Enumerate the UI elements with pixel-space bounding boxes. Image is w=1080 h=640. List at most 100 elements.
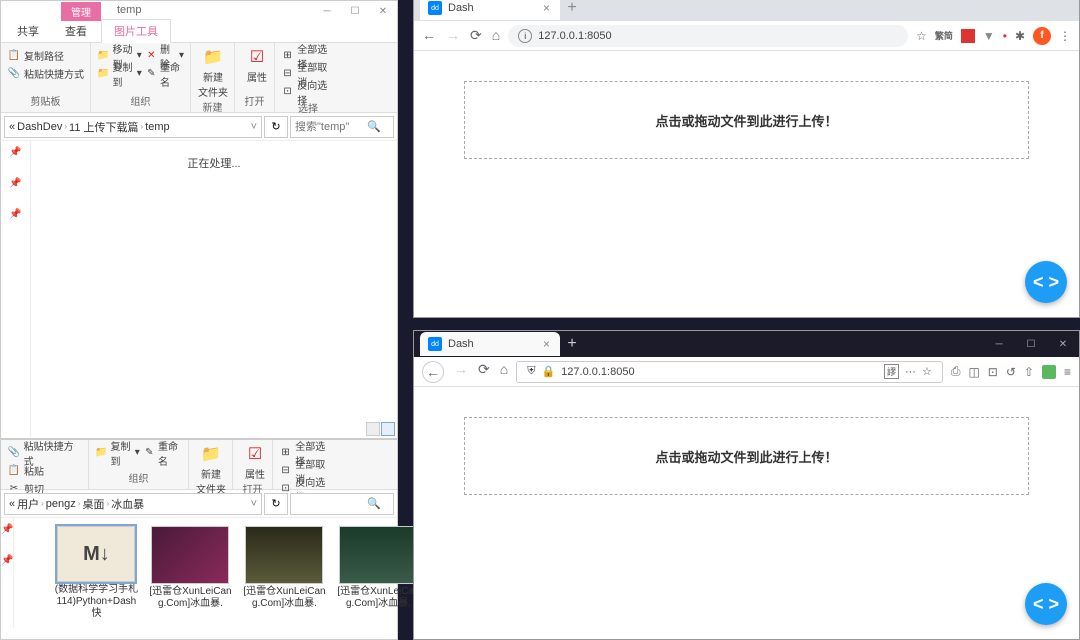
search-box[interactable]: 🔍 (290, 493, 394, 515)
copy-to-button[interactable]: 📁复制到 ▾ (97, 65, 142, 82)
more-icon[interactable]: ··· (905, 366, 916, 378)
extensions-button[interactable]: ✱ (1015, 29, 1025, 43)
close-button[interactable]: ✕ (369, 1, 397, 21)
new-folder-button[interactable]: 📁 新建 文件夹 (197, 47, 229, 99)
breadcrumb-item[interactable]: pengz (46, 498, 76, 510)
pin-icon[interactable]: 📌 (9, 209, 21, 220)
extension-icon[interactable]: ▼ (983, 29, 995, 43)
back-button[interactable]: ← (422, 361, 444, 383)
pin-icon[interactable]: 📌 (1, 555, 13, 566)
menu-button[interactable]: ≡ (1064, 365, 1071, 379)
breadcrumb-item[interactable]: 冰血暴 (111, 496, 144, 512)
extension-icon[interactable]: ⊡ (988, 365, 998, 379)
minimize-button[interactable]: ─ (313, 1, 341, 21)
address-bar[interactable]: i 127.0.0.1:8050 (508, 25, 908, 47)
extension-icon[interactable]: ⇧ (1024, 365, 1034, 379)
upload-dropzone[interactable]: 点击或拖动文件到此进行上传！ (464, 417, 1029, 495)
search-input[interactable] (295, 121, 367, 133)
file-item[interactable]: M↓ (数据科学学习手札114)Python+Dash快 (54, 526, 138, 620)
home-button[interactable]: ⌂ (500, 361, 508, 383)
back-button[interactable]: ← (422, 27, 436, 44)
minimize-button[interactable]: ─ (983, 334, 1015, 354)
browser-tab[interactable]: dd Dash × (420, 332, 560, 356)
extension-icon[interactable] (1042, 365, 1056, 379)
library-icon[interactable]: ⎙ (951, 364, 961, 379)
home-button[interactable]: ⌂ (492, 27, 500, 44)
new-tab-button[interactable]: + (560, 335, 584, 353)
lock-icon[interactable]: 🔒 (541, 365, 555, 378)
ribbon-tab-picture-tools[interactable]: 图片工具 (101, 19, 171, 43)
file-grid[interactable]: M↓ (数据科学学习手札114)Python+Dash快 [迅雷仓XunLeiC… (14, 518, 460, 628)
tab-close-button[interactable]: × (543, 337, 550, 351)
new-tab-button[interactable]: + (560, 0, 584, 17)
file-thumbnail (245, 526, 323, 584)
star-icon[interactable]: ☆ (916, 29, 927, 43)
breadcrumb-item[interactable]: 用户 (17, 496, 39, 512)
breadcrumb-item[interactable]: DashDev (17, 121, 62, 133)
rename-button[interactable]: ✎重命名 (146, 65, 184, 82)
ribbon-group-organize: 组织 (95, 470, 182, 485)
checkbox-icon: ☑ (245, 444, 265, 464)
maximize-button[interactable]: ☐ (1015, 334, 1047, 354)
extension-icon[interactable]: ↺ (1006, 365, 1016, 379)
file-explorer-top: 管理 temp ─ ☐ ✕ 共享 查看 图片工具 📋复制路径 📎粘贴快捷方式 剪… (0, 0, 398, 439)
star-icon[interactable]: ☆ (922, 365, 932, 378)
file-list-pane[interactable]: 正在处理... (31, 141, 397, 438)
upload-dropzone[interactable]: 点击或拖动文件到此进行上传！ (464, 81, 1029, 159)
search-icon[interactable]: 🔍 (367, 497, 381, 510)
breadcrumb[interactable]: « DashDev› 11 上传下载篇› temp ˅ (4, 116, 262, 138)
refresh-button[interactable]: ↻ (264, 116, 288, 138)
pin-icon[interactable]: 📌 (1, 524, 13, 535)
pin-icon[interactable]: 📌 (9, 178, 21, 189)
view-thumbs-button[interactable] (381, 422, 395, 436)
extension-icon[interactable] (961, 29, 975, 43)
copy-to-button[interactable]: 📁复制到 ▾ (95, 444, 140, 461)
ribbon-group-open: 打开 (241, 93, 268, 108)
maximize-button[interactable]: ☐ (341, 1, 369, 21)
paste-shortcut-button[interactable]: 📎粘贴快捷方式 (7, 65, 84, 82)
address-bar[interactable]: ⛨ 🔒 127.0.0.1:8050 謬 ··· ☆ (516, 361, 943, 383)
forward-button[interactable]: → (446, 27, 460, 44)
properties-button[interactable]: ☑ 属性 (241, 47, 273, 84)
refresh-button[interactable]: ↻ (264, 493, 288, 515)
breadcrumb-item[interactable]: 桌面 (82, 496, 104, 512)
sidebar-icon[interactable]: ◫ (968, 365, 979, 379)
pin-icon[interactable]: 📌 (9, 147, 21, 158)
paste-button[interactable]: 📋粘贴 (7, 462, 82, 479)
breadcrumb-item[interactable]: 11 上传下载篇 (69, 119, 138, 135)
devtools-fab[interactable]: < > (1025, 261, 1067, 303)
search-icon[interactable]: 🔍 (367, 120, 381, 133)
file-thumbnail: M↓ (57, 526, 135, 582)
profile-button[interactable]: f (1033, 27, 1051, 45)
paste-shortcut-button[interactable]: 📎粘贴快捷方式 (7, 444, 82, 461)
info-icon[interactable]: i (518, 29, 532, 43)
new-folder-button[interactable]: 📁 新建 文件夹 (195, 444, 227, 496)
tab-close-button[interactable]: × (543, 1, 550, 15)
browser-tab[interactable]: dd Dash × (420, 0, 560, 20)
search-input[interactable] (295, 498, 367, 510)
reload-button[interactable]: ⟳ (478, 361, 490, 383)
file-item[interactable]: [迅雷仓XunLeiCang.Com]冰血暴. (148, 526, 232, 620)
breadcrumb-item[interactable]: temp (145, 121, 169, 133)
file-item[interactable]: [迅雷仓XunLeiCang.Com]冰血暴. (242, 526, 326, 620)
search-box[interactable]: 🔍 (290, 116, 394, 138)
context-tab-manage[interactable]: 管理 (61, 2, 101, 21)
menu-button[interactable]: ⋮ (1059, 29, 1071, 43)
invert-selection-button[interactable]: ⊡反向选择 (281, 83, 335, 100)
reader-icon[interactable]: 謬 (884, 364, 899, 379)
close-button[interactable]: ✕ (1047, 334, 1079, 354)
extension-icon[interactable]: 繁简 (935, 29, 953, 42)
extension-icon[interactable]: • (1003, 29, 1007, 43)
ribbon-tab-share[interactable]: 共享 (5, 20, 51, 42)
devtools-fab[interactable]: < > (1025, 583, 1067, 625)
forward-button[interactable]: → (454, 361, 468, 383)
rename-button[interactable]: ✎重命名 (144, 444, 182, 461)
properties-button[interactable]: ☑ 属性 (239, 444, 271, 481)
reload-button[interactable]: ⟳ (470, 27, 482, 44)
copy-path-button[interactable]: 📋复制路径 (7, 47, 84, 64)
ribbon-tab-view[interactable]: 查看 (53, 20, 99, 42)
view-details-button[interactable] (366, 422, 380, 436)
address-bar: « 用户› pengz› 桌面› 冰血暴 ˅ ↻ 🔍 (1, 490, 397, 518)
breadcrumb[interactable]: « 用户› pengz› 桌面› 冰血暴 ˅ (4, 493, 262, 515)
shield-icon[interactable]: ⛨ (527, 365, 535, 378)
